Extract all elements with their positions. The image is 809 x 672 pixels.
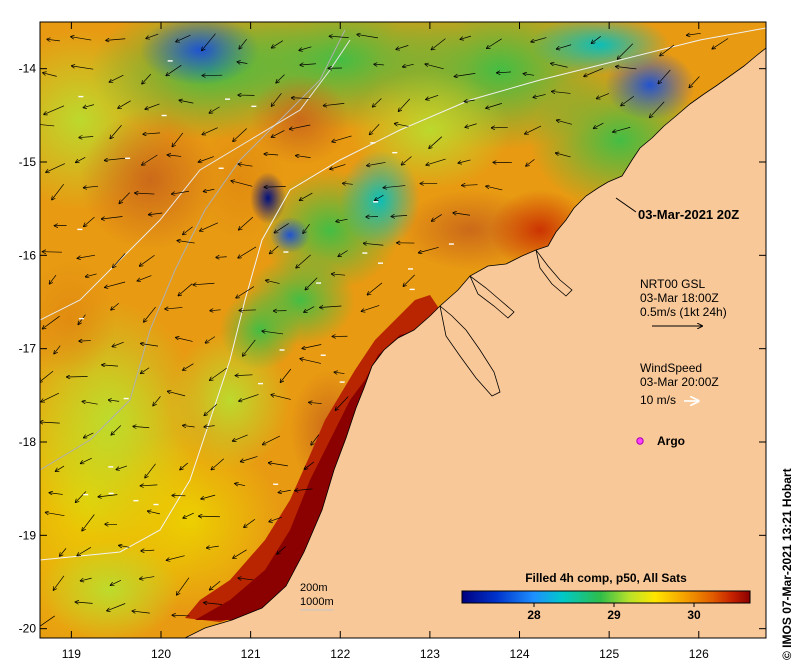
map-figure: 119 120 121 122 123 124 125 126 -14 -15 -16 -17 -18…: [19, 21, 767, 661]
y-tick-label: -20: [19, 622, 37, 636]
colorbar-tick-label: 30: [687, 608, 701, 622]
colorbar-title: Filled 4h comp, p50, All Sats: [525, 571, 687, 585]
credit-label: © IMOS 07-Mar-2021 13:21 Hobart: [780, 468, 794, 660]
x-tick-label: 126: [689, 647, 709, 661]
timestamp-label: 03-Mar-2021 20Z: [638, 207, 739, 222]
isobath-1000-label: 1000m: [300, 596, 334, 608]
wind-time: 03-Mar 20:00Z: [640, 375, 719, 389]
colorbar-tick-label: 29: [607, 608, 621, 622]
y-tick-label: -17: [19, 342, 37, 356]
x-tick-label: 125: [599, 647, 619, 661]
y-tick-label: -14: [19, 62, 37, 76]
y-tick-label: -16: [19, 248, 37, 262]
argo-label: Argo: [657, 434, 685, 448]
wind-title: WindSpeed: [640, 361, 702, 375]
colorbar: [461, 590, 751, 604]
y-tick-label: -15: [19, 155, 37, 169]
x-tick-label: 124: [510, 647, 530, 661]
copyright-icon: ©: [780, 651, 794, 660]
isobath-200-label: 200m: [300, 582, 328, 594]
x-tick-label: 120: [151, 647, 171, 661]
x-tick-label: 122: [330, 647, 350, 661]
current-time: 03-Mar 18:00Z: [640, 291, 719, 305]
x-tick-label: 123: [420, 647, 440, 661]
current-title: NRT00 GSL: [640, 277, 705, 291]
argo-float-icon: [636, 437, 644, 445]
sst-field: [40, 22, 766, 638]
y-tick-label: -18: [19, 435, 37, 449]
wind-scale-label: 10 m/s: [640, 393, 676, 407]
x-tick-label: 121: [241, 647, 261, 661]
colorbar-tick-label: 28: [527, 608, 541, 622]
y-tick-label: -19: [19, 528, 37, 542]
current-scale-label: 0.5m/s (1kt 24h): [640, 305, 727, 319]
x-tick-label: 119: [62, 647, 81, 661]
